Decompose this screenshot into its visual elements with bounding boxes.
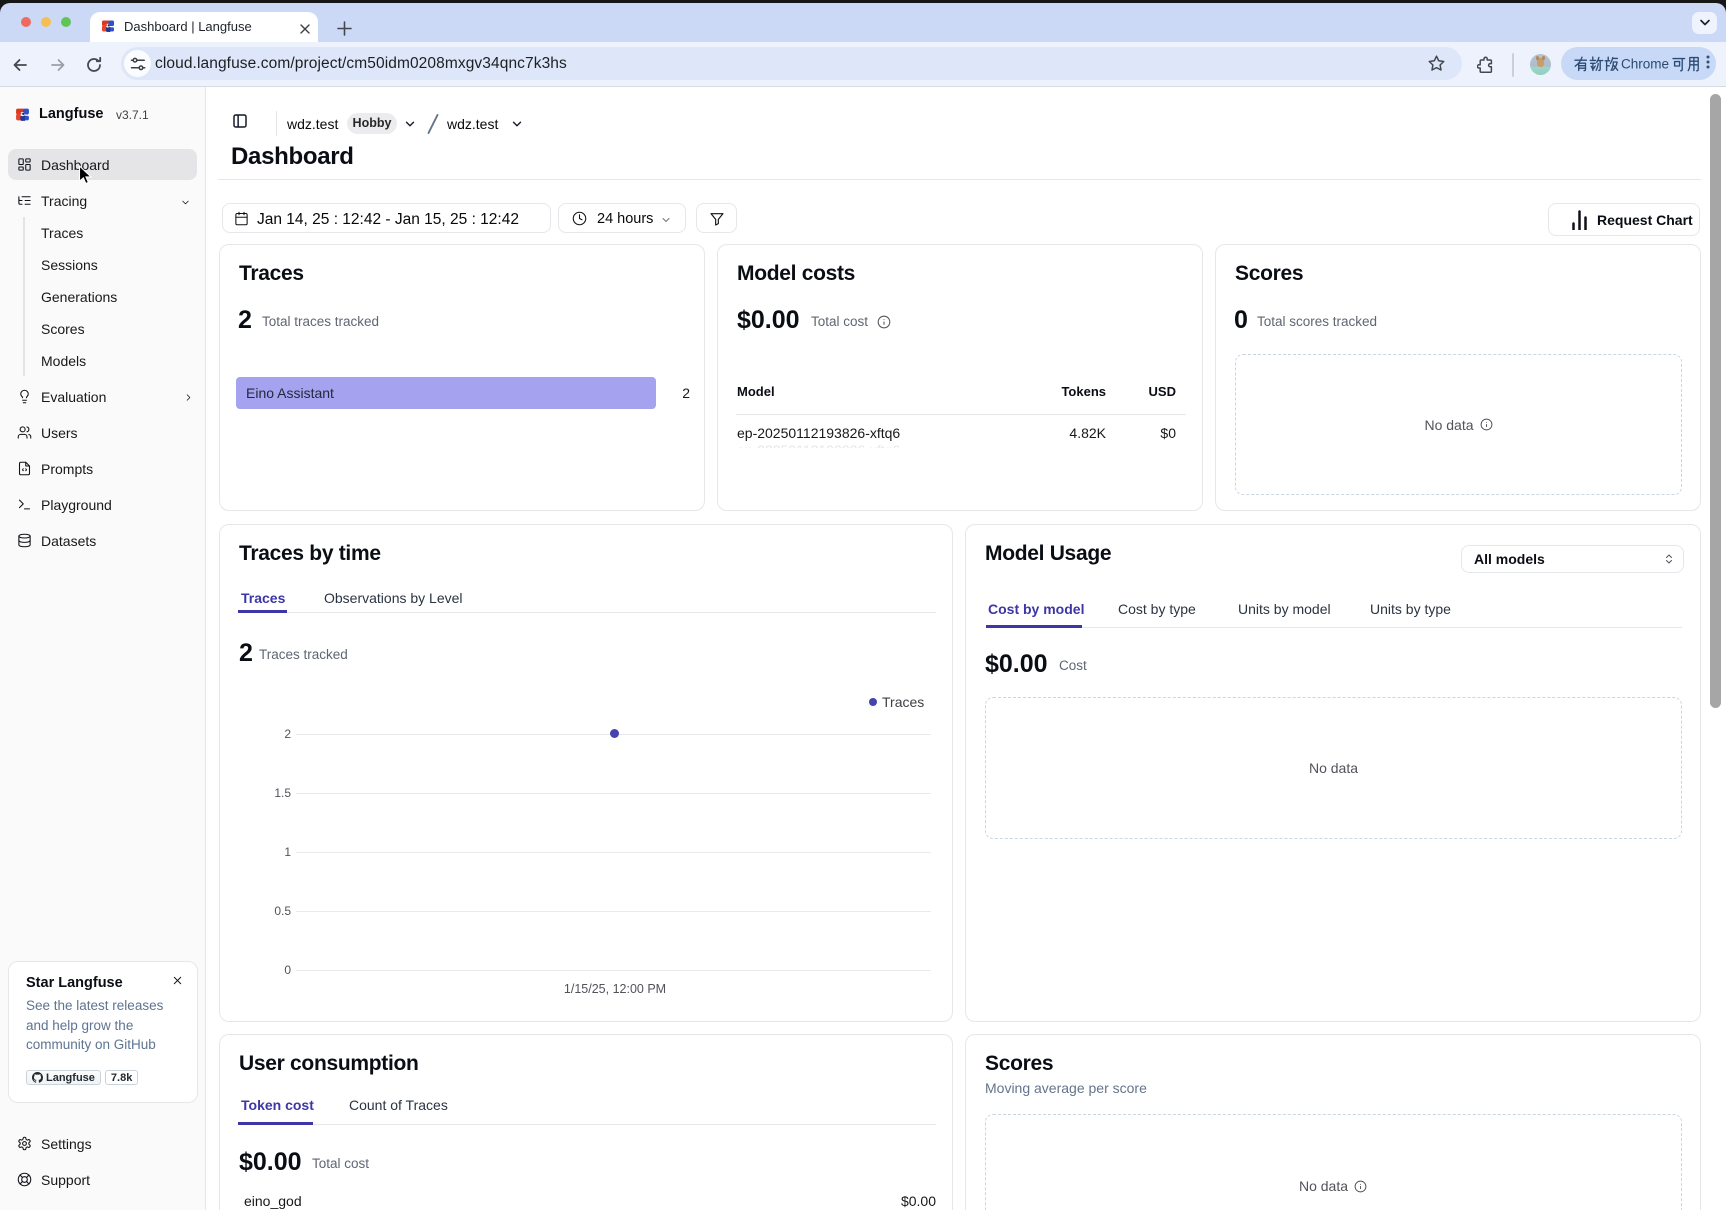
svg-text:Chrome: Chrome: [1621, 57, 1669, 72]
